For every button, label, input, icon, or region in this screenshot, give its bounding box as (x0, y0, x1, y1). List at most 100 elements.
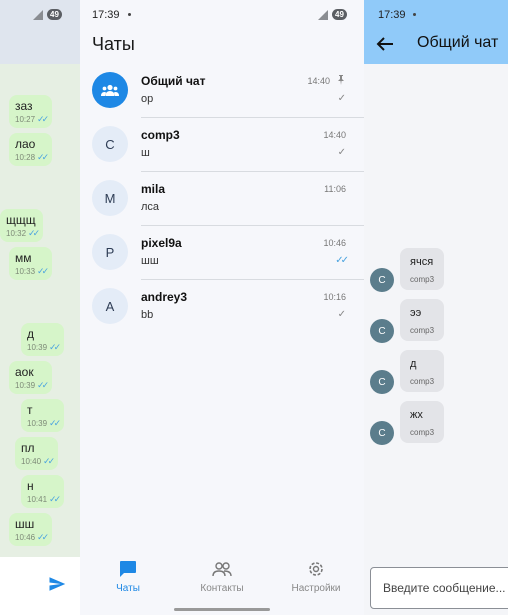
message-bubble: ээ comp3 (400, 299, 445, 341)
chat-title: Общий чат (417, 34, 499, 51)
chat-name: comp3 (141, 128, 180, 142)
outgoing-message[interactable]: д 10:39 ✓✓ (21, 323, 65, 356)
back-arrow-icon[interactable] (376, 36, 394, 52)
incoming-message[interactable]: C ячся comp3 (370, 248, 508, 294)
chat-last-message: ш (141, 147, 150, 159)
signal-icon (318, 10, 328, 20)
nav-label: Настройки (291, 583, 341, 594)
avatar: C (370, 421, 394, 445)
message-text: жх (410, 409, 423, 421)
outgoing-message[interactable]: аок 10:39 ✓✓ (9, 361, 53, 394)
battery-icon: 49 (332, 9, 347, 20)
group-chat-panel: 17:39 Общий чат C ячся comp3 C ээ comp3 … (364, 0, 508, 615)
notification-dot-icon (128, 13, 131, 16)
chat-header: 17:39 Общий чат (364, 0, 508, 64)
chat-item-andrey3[interactable]: A andrey3 bb 10:16 ✓ (80, 280, 364, 334)
message-text: шш (15, 517, 35, 531)
nav-settings[interactable]: Настройки (276, 559, 356, 594)
message-time: 10:28 (15, 153, 36, 162)
message-text: лао (15, 137, 36, 151)
notification-dot-icon (413, 13, 416, 16)
double-check-icon: ✓✓ (37, 266, 49, 276)
check-icon: ✓ (337, 309, 346, 320)
avatar: A (92, 288, 128, 324)
bottom-navigation: Чаты Контакты Настройки (80, 553, 364, 615)
message-time: 10:39 (27, 343, 48, 352)
incoming-message[interactable]: C жх comp3 (370, 401, 508, 447)
message-sender: comp3 (410, 428, 435, 437)
double-check-icon: ✓✓ (37, 114, 49, 124)
message-time: 10:27 (15, 115, 36, 124)
outgoing-message[interactable]: н 10:41 ✓✓ (21, 475, 65, 508)
message-time: 10:39 (15, 381, 36, 390)
message-sender: comp3 (410, 377, 435, 386)
avatar: P (92, 234, 128, 270)
message-bubble: ячся comp3 (400, 248, 445, 290)
double-check-icon: ✓✓ (37, 380, 49, 390)
group-avatar (92, 72, 128, 108)
check-icon: ✓ (337, 147, 346, 158)
message-text: н (27, 479, 34, 493)
left-status-bar: 49 (0, 0, 80, 64)
avatar: C (370, 370, 394, 394)
chat-item-pixel9a[interactable]: P pixel9a шш 10:46 ✓✓ (80, 226, 364, 280)
double-check-icon: ✓✓ (37, 152, 49, 162)
message-text: щщщ (6, 213, 36, 227)
group-icon (101, 84, 119, 96)
chat-last-message: bb (141, 309, 154, 321)
avatar: C (370, 268, 394, 292)
outgoing-message[interactable]: лао 10:28 ✓✓ (9, 133, 53, 166)
message-text: мм (15, 251, 32, 265)
avatar: C (92, 126, 128, 162)
message-text: аок (15, 365, 34, 379)
message-input-box (370, 567, 508, 609)
message-input[interactable] (371, 568, 508, 608)
chat-item-comp3[interactable]: C comp3 ш 14:40 ✓ (80, 118, 364, 172)
left-input-bar (0, 557, 80, 615)
gear-icon (309, 562, 323, 576)
message-text: пл (21, 441, 35, 455)
message-time: 10:46 (15, 533, 36, 542)
status-time: 17:39 (378, 9, 406, 21)
pin-icon (338, 75, 344, 85)
chat-icon (120, 561, 136, 577)
avatar: C (370, 319, 394, 343)
message-text: д (410, 358, 417, 370)
message-text: ээ (410, 307, 422, 319)
message-time: 10:41 (27, 495, 48, 504)
outgoing-message[interactable]: т 10:39 ✓✓ (21, 399, 65, 432)
status-bar: 17:39 49 (80, 0, 364, 28)
outgoing-message[interactable]: мм 10:33 ✓✓ (9, 247, 53, 280)
message-sender: comp3 (410, 326, 435, 335)
outgoing-message[interactable]: заз 10:27 ✓✓ (9, 95, 53, 128)
page-title: Чаты (92, 34, 135, 54)
double-check-icon: ✓✓ (43, 456, 55, 466)
chat-item-mila[interactable]: M mila лса 11:06 (80, 172, 364, 226)
message-bubble: жх comp3 (400, 401, 445, 443)
outgoing-message[interactable]: шш 10:46 ✓✓ (9, 513, 53, 546)
screen: 49 заз 10:27 ✓✓ лао 10:28 ✓✓ щщщ 10:32 ✓✓ м… (0, 0, 508, 615)
incoming-message[interactable]: C ээ comp3 (370, 299, 508, 345)
send-icon[interactable] (48, 575, 66, 593)
double-check-icon: ✓✓ (49, 418, 61, 428)
message-text: заз (15, 99, 33, 113)
outgoing-message[interactable]: щщщ 10:32 ✓✓ (0, 209, 44, 242)
people-icon (212, 562, 232, 577)
outgoing-message[interactable]: пл 10:40 ✓✓ (15, 437, 59, 470)
chat-last-message: шш (141, 255, 159, 267)
nav-chats[interactable]: Чаты (88, 559, 168, 594)
chat-name: pixel9a (141, 236, 182, 250)
chat-time: 14:40 (307, 76, 330, 86)
avatar: M (92, 180, 128, 216)
message-time: 10:33 (15, 267, 36, 276)
double-check-icon: ✓✓ (335, 255, 349, 266)
double-check-icon: ✓✓ (49, 494, 61, 504)
message-text: д (27, 327, 35, 341)
message-text: т (27, 403, 33, 417)
double-check-icon: ✓✓ (37, 532, 49, 542)
incoming-message[interactable]: C д comp3 (370, 350, 508, 396)
chat-item-general[interactable]: Общий чат ор 14:40 ✓ (80, 64, 364, 118)
check-icon: ✓ (337, 93, 346, 104)
nav-label: Контакты (200, 583, 244, 594)
nav-contacts[interactable]: Контакты (182, 559, 262, 594)
